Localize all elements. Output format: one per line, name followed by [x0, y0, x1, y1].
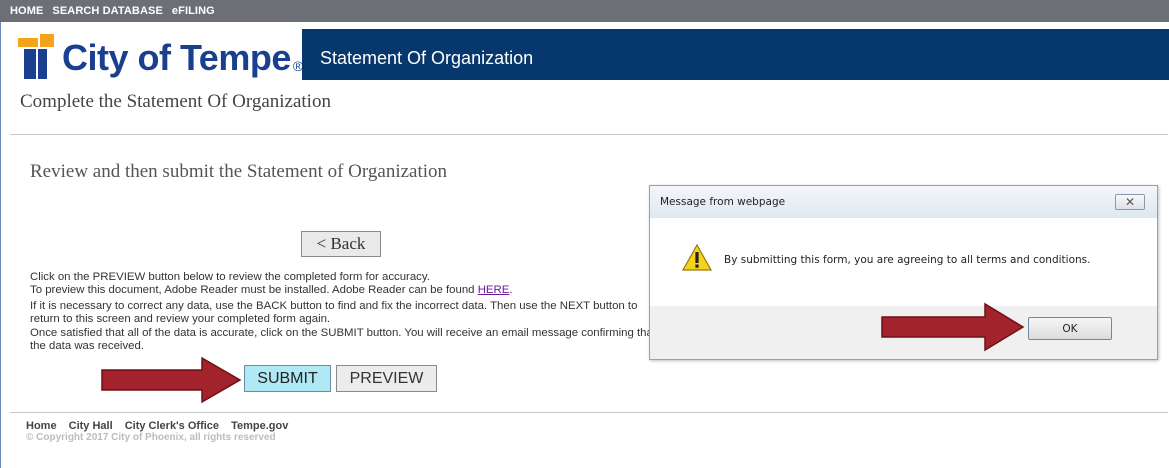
page-title: Statement Of Organization: [320, 48, 534, 68]
dialog-body: By submitting this form, you are agreein…: [650, 218, 1157, 306]
preview-instructions: Click on the PREVIEW button below to rev…: [30, 271, 660, 297]
footer-links: Home City Hall City Clerk's Office Tempe…: [26, 420, 297, 432]
preview-instructions-period: .: [509, 284, 513, 296]
footer-link-city-clerk[interactable]: City Clerk's Office: [125, 420, 219, 432]
correction-instructions: If it is necessary to correct any data, …: [30, 300, 638, 325]
footer-link-city-hall[interactable]: City Hall: [69, 420, 113, 432]
nav-efiling[interactable]: eFILING: [172, 5, 215, 17]
top-nav: HOME SEARCH DATABASE eFILING: [0, 0, 1169, 22]
adobe-reader-link[interactable]: HERE: [478, 284, 510, 296]
page-subtitle: Complete the Statement Of Organization: [20, 91, 331, 112]
logo-text: City of Tempe: [62, 36, 291, 78]
preview-instructions-line2: To preview this document, Adobe Reader m…: [30, 284, 478, 296]
review-heading: Review and then submit the Statement of …: [30, 161, 448, 182]
divider: [10, 134, 1168, 135]
nav-home[interactable]: HOME: [10, 5, 43, 17]
dialog-titlebar[interactable]: Message from webpage ✕: [650, 186, 1157, 218]
ok-button[interactable]: OK: [1028, 317, 1112, 340]
page-title-bar: Statement Of Organization: [302, 29, 1169, 80]
close-icon[interactable]: ✕: [1115, 194, 1145, 210]
footer-link-tempe-gov[interactable]: Tempe.gov: [231, 420, 288, 432]
footer-copyright: © Copyright 2017 City of Phoenix, all ri…: [26, 432, 276, 443]
dialog-title: Message from webpage: [660, 196, 786, 208]
nav-search-database[interactable]: SEARCH DATABASE: [52, 5, 163, 17]
submit-instructions: Once satisfied that all of the data is a…: [30, 327, 656, 352]
red-arrow-icon: [881, 302, 1025, 352]
preview-instructions-line1: Click on the PREVIEW button below to rev…: [30, 271, 430, 283]
dialog-message: By submitting this form, you are agreein…: [724, 254, 1091, 266]
footer-divider: [10, 412, 1168, 413]
submit-button[interactable]: SUBMIT: [244, 365, 331, 392]
back-button[interactable]: < Back: [301, 231, 381, 257]
footer-link-home[interactable]: Home: [26, 420, 57, 432]
tempe-logo-icon: [18, 33, 54, 79]
warning-icon: [682, 244, 712, 271]
red-arrow-icon: [101, 356, 242, 404]
preview-button[interactable]: PREVIEW: [336, 365, 437, 392]
city-of-tempe-logo[interactable]: City of Tempe ®: [18, 30, 303, 85]
